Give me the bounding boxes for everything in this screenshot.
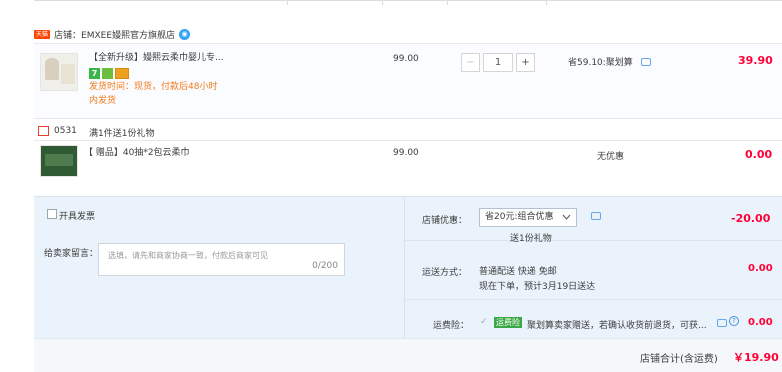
- shop-total-bar: 店铺合计(含运费) ￥19.90: [34, 338, 782, 372]
- gift-rule-text: 满1件送1份礼物: [89, 129, 155, 139]
- credit-card-icon: [115, 68, 129, 79]
- gift-icon: [38, 126, 49, 136]
- table-header-border: [34, 0, 782, 5]
- unit-price: 99.00: [393, 54, 419, 64]
- delivery-eta: 现在下单，预计3月19日送达: [479, 282, 596, 292]
- chat-icon[interactable]: [641, 58, 651, 66]
- help-icon[interactable]: ?: [729, 316, 739, 326]
- chat-icon[interactable]: [717, 319, 727, 327]
- message-textarea[interactable]: 选填，请先和商家协商一致，付款后商家可见 0/200: [98, 243, 345, 276]
- gift-unit-price: 99.00: [393, 148, 419, 158]
- promo-text: 省59.10:聚划算: [568, 58, 633, 68]
- discount-selected: 省20元:组合优惠: [485, 212, 554, 222]
- message-label: 给卖家留言：: [44, 249, 99, 259]
- chat-bubble-icon[interactable]: ◉: [179, 29, 191, 40]
- gift-thumbnail[interactable]: [40, 145, 78, 177]
- invoice-label[interactable]: 开具发票: [59, 209, 95, 222]
- message-placeholder: 选填，请先和商家协商一致，付款后商家可见: [108, 251, 268, 260]
- shop-total-amount: ￥19.90: [733, 351, 779, 364]
- decrease-button[interactable]: −: [461, 53, 480, 72]
- seven-day-return-icon: 7: [89, 68, 100, 79]
- discount-amount: -20.00: [731, 212, 771, 225]
- gift-rule-row: 0531 满1件送1份礼物: [34, 118, 782, 140]
- insurance-tag: 运费险: [494, 317, 522, 328]
- insurance-label: 运费险：: [433, 321, 470, 331]
- invoice-checkbox[interactable]: [47, 209, 57, 219]
- header-divider: [447, 1, 448, 5]
- delivery-method: 普通配送 快递 免邮: [479, 267, 557, 277]
- insurance-check-icon: ✓: [480, 317, 488, 327]
- shop-total-label: 店铺合计(含运费): [640, 354, 718, 365]
- shop-discount-label: 店铺优惠：: [422, 216, 468, 226]
- ship-time: 发货时间：现货，付款后48小时: [89, 82, 218, 92]
- chevron-down-icon: [562, 214, 571, 220]
- cart-item: 【全新升级】嫚熙云柔巾婴儿专... 7 发货时间：现货，付款后48小时 内发货 …: [34, 43, 782, 118]
- cart-item-gift: 【 赠品】40抽*2包云柔巾 99.00 无优惠 0.00: [34, 140, 782, 196]
- increase-button[interactable]: +: [516, 53, 535, 72]
- quantity-stepper: − 1 +: [461, 53, 535, 72]
- gift-title[interactable]: 【 赠品】40抽*2包云柔巾: [84, 148, 190, 159]
- panel-divider: [404, 197, 405, 339]
- shop-name[interactable]: 店铺：EMXEE嫚熙官方旗舰店: [54, 28, 175, 41]
- gift-promo: 无优惠: [597, 152, 625, 162]
- insurance-text: 聚划算卖家赠送，若确认收货前退货，可获...: [527, 321, 707, 331]
- quantity-input[interactable]: 1: [483, 53, 513, 72]
- product-title[interactable]: 【全新升级】嫚熙云柔巾婴儿专...: [89, 53, 224, 64]
- header-divider: [382, 1, 383, 5]
- delivery-amount: 0.00: [748, 263, 773, 274]
- insurance-amount: 0.00: [748, 317, 773, 328]
- row-divider: [404, 299, 782, 300]
- guarantee-icon: [102, 68, 113, 79]
- header-divider: [287, 1, 288, 5]
- chat-icon[interactable]: [591, 212, 601, 220]
- order-options-panel: 开具发票 给卖家留言： 选填，请先和商家协商一致，付款后商家可见 0/200 店…: [34, 196, 782, 339]
- delivery-label: 运送方式：: [422, 268, 468, 278]
- row-divider: [404, 240, 782, 241]
- gift-subtotal: 0.00: [745, 148, 773, 161]
- shop-header: 天猫 店铺：EMXEE嫚熙官方旗舰店 ◉: [34, 28, 191, 41]
- tmall-badge: 天猫: [34, 30, 51, 39]
- gift-rule-id: 0531: [54, 126, 77, 136]
- product-thumbnail[interactable]: [40, 53, 78, 91]
- header-divider: [546, 1, 547, 5]
- message-counter: 0/200: [312, 261, 338, 271]
- ship-time-cont: 内发货: [89, 96, 117, 106]
- discount-select[interactable]: 省20元:组合优惠: [479, 208, 577, 227]
- item-subtotal: 39.90: [738, 54, 773, 67]
- discount-gift-note: 送1份礼物: [510, 234, 552, 244]
- service-icons: 7: [89, 68, 129, 79]
